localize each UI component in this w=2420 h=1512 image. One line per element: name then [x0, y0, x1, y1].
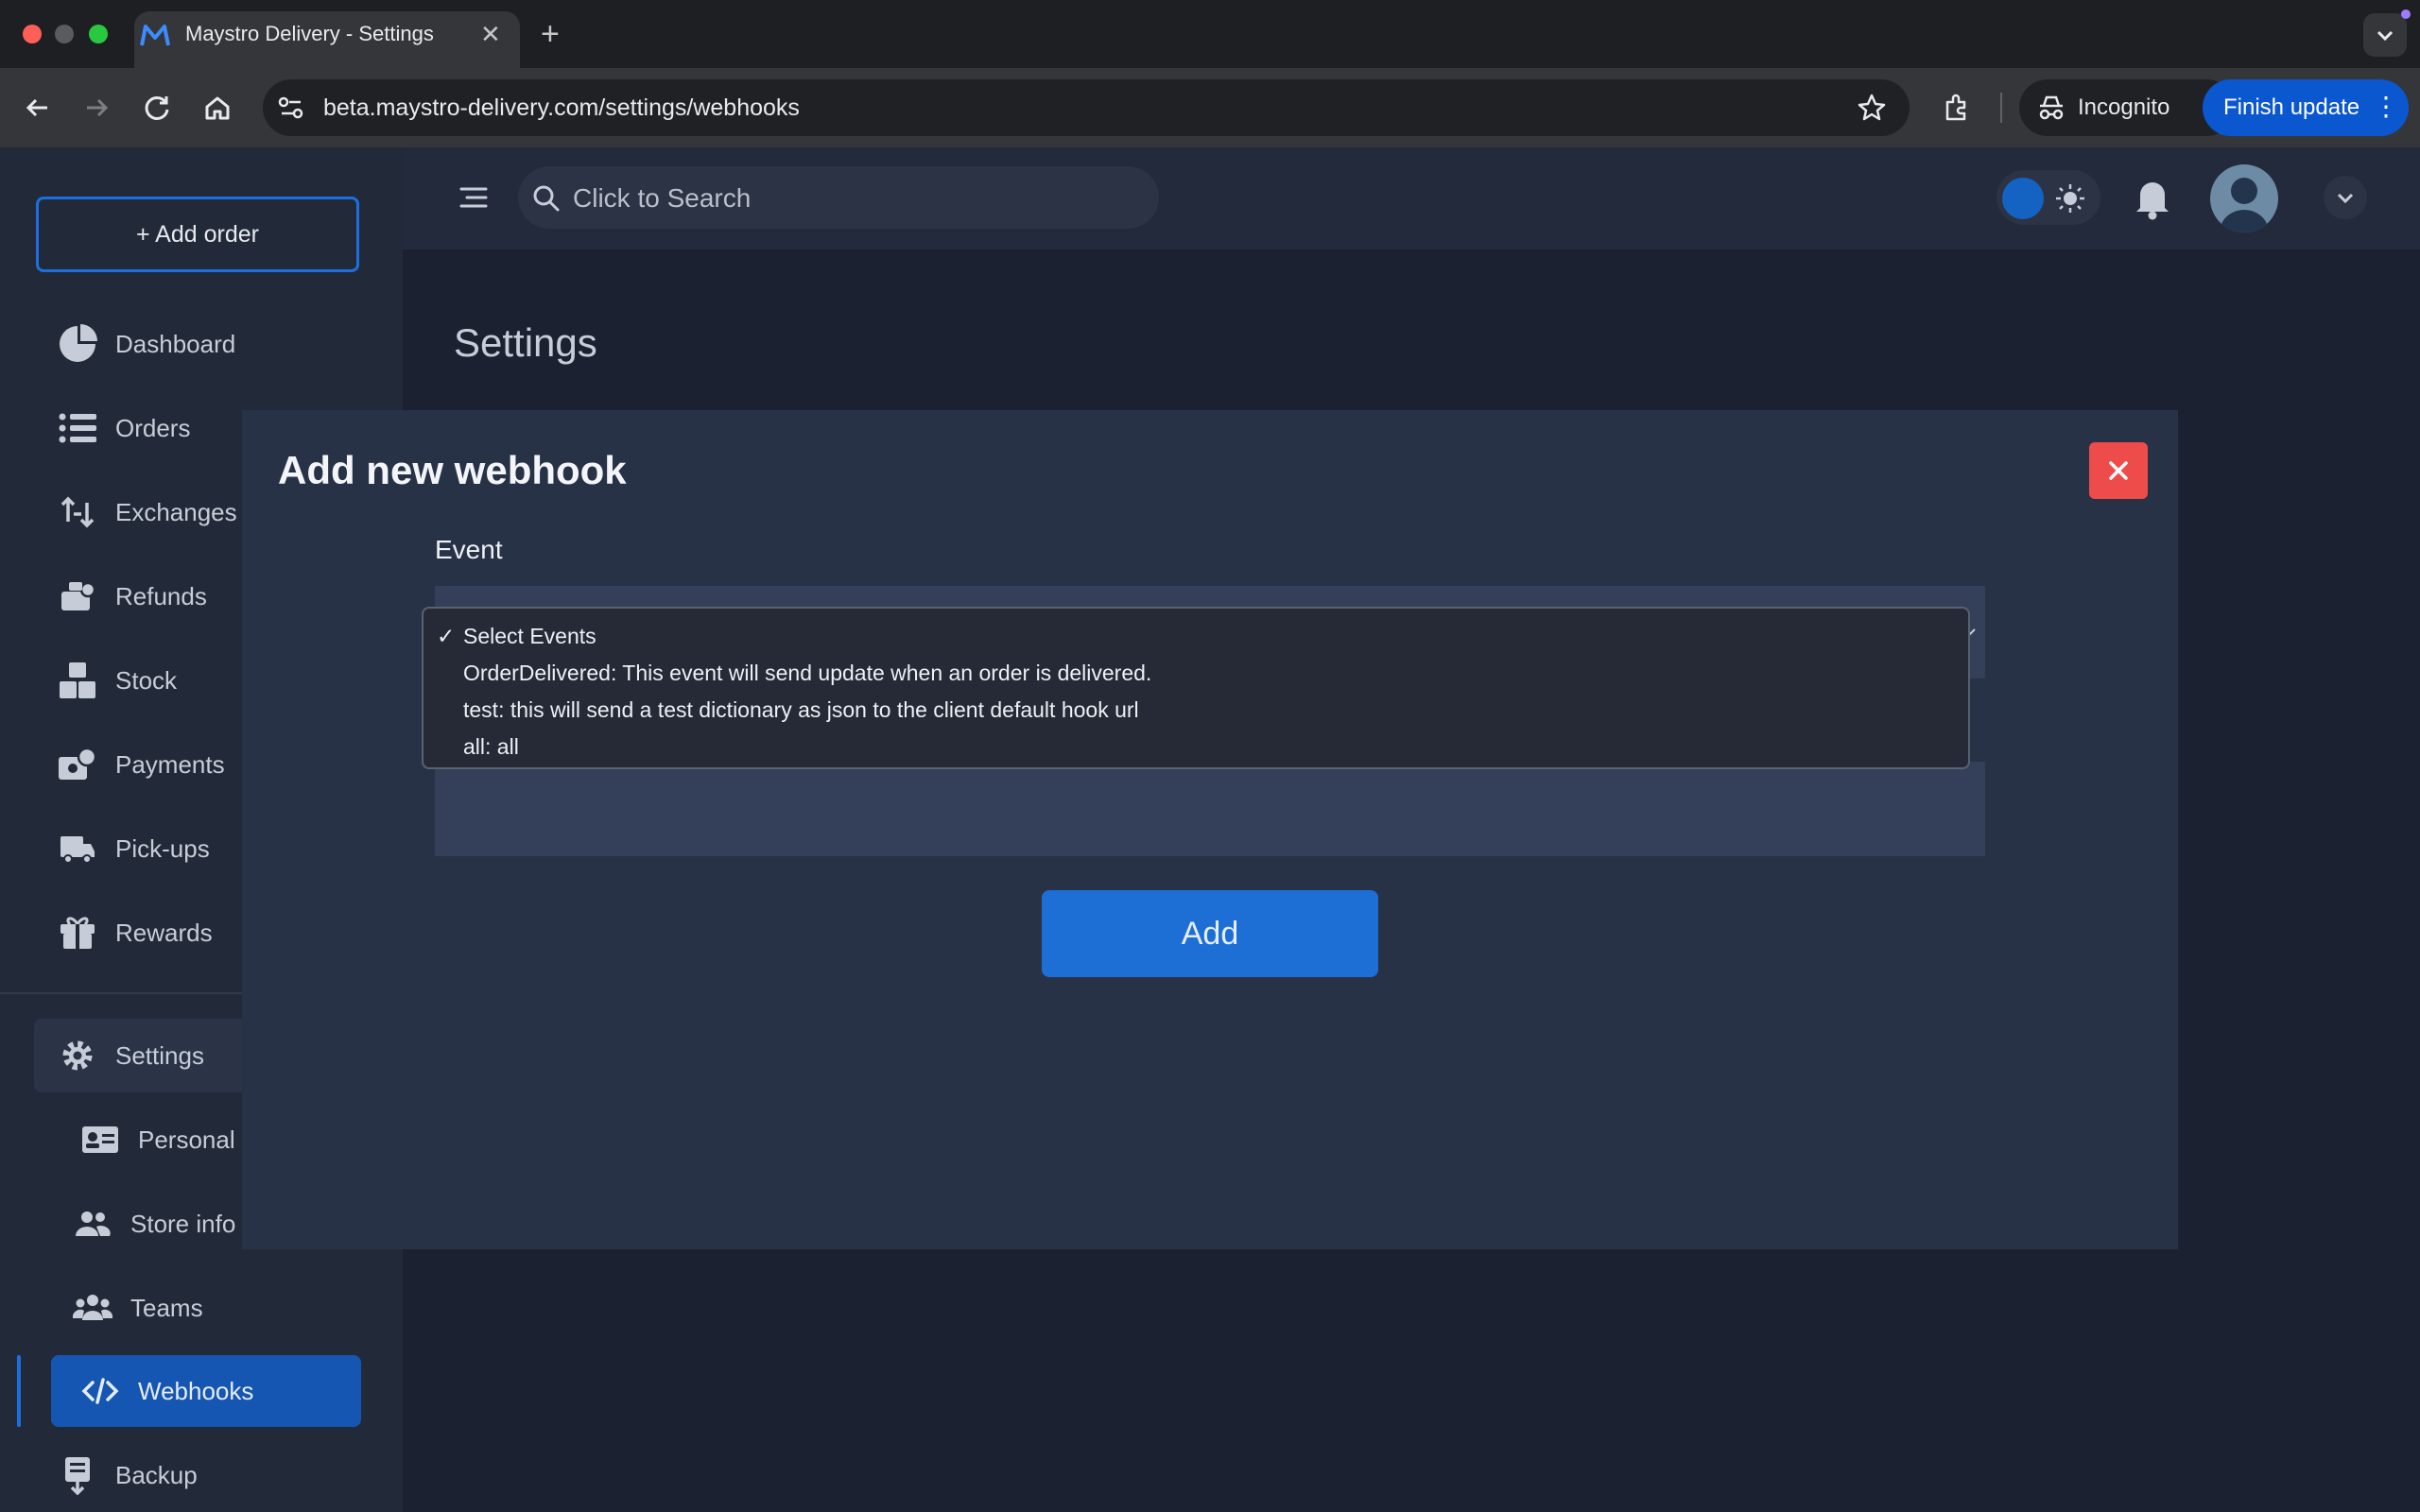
maystro-favicon-icon: [140, 25, 170, 46]
sidebar-item-label: Payments: [115, 749, 225, 779]
avatar[interactable]: [2210, 164, 2278, 232]
sidebar-item-exchanges[interactable]: Exchanges: [57, 490, 237, 535]
tab-title: Maystro Delivery - Settings: [185, 22, 434, 45]
user-menu-button[interactable]: [2324, 176, 2367, 219]
sidebar-item-label: Backup: [115, 1460, 198, 1489]
chevron-down-icon: [2337, 193, 2354, 204]
sidebar-item-settings[interactable]: Settings: [57, 1033, 204, 1078]
sidebar-item-store-info[interactable]: Store info: [72, 1201, 235, 1246]
sidebar-item-backup[interactable]: Backup: [57, 1452, 198, 1498]
sidebar-item-teams[interactable]: Teams: [72, 1285, 203, 1331]
sidebar-item-label: Dashboard: [115, 329, 236, 358]
window-minimize-button[interactable]: [55, 25, 74, 43]
forward-arrow-icon[interactable]: [78, 89, 115, 127]
modal-close-button[interactable]: [2089, 442, 2148, 499]
sidebar-item-payments[interactable]: Payments: [57, 742, 225, 787]
sidebar-item-label: Stock: [115, 665, 178, 695]
site-info-icon[interactable]: [274, 91, 308, 125]
add-order-button[interactable]: + Add order: [36, 197, 359, 272]
incognito-icon: [2039, 95, 2064, 120]
bell-icon[interactable]: [2131, 174, 2174, 221]
back-arrow-icon[interactable]: [19, 89, 57, 127]
gear-icon: [57, 1035, 98, 1076]
sidebar-item-label: Store info: [130, 1209, 236, 1238]
dropdown-option-select-events[interactable]: ✓ Select Events: [424, 618, 1968, 655]
toggle-knob: [2002, 178, 2044, 219]
sidebar-item-personal[interactable]: Personal: [79, 1117, 235, 1162]
sidebar-item-label: Pick-ups: [115, 833, 210, 863]
users-icon: [72, 1203, 113, 1245]
dropdown-option-all[interactable]: all: all: [424, 729, 1968, 765]
extensions-icon[interactable]: [1938, 89, 1976, 127]
dropdown-option-order-delivered[interactable]: OrderDelivered: This event will send upd…: [424, 655, 1968, 692]
modal-title: Add new webhook: [278, 448, 627, 492]
active-indicator: [17, 1355, 21, 1427]
chevron-down-icon: [2377, 30, 2394, 42]
sun-icon: [2056, 184, 2084, 213]
dropdown-option-label: test: this will send a test dictionary a…: [463, 697, 1139, 722]
search-placeholder[interactable]: Click to Search: [573, 183, 751, 214]
url-text[interactable]: beta.maystro-delivery.com/settings/webho…: [323, 93, 800, 123]
code-icon: [79, 1370, 121, 1412]
reload-icon[interactable]: [138, 89, 176, 127]
cash-icon: [57, 744, 98, 785]
sidebar-item-label: Settings: [115, 1040, 204, 1070]
sidebar-item-label: Personal: [138, 1125, 235, 1154]
checkmark-icon: ✓: [437, 624, 456, 648]
close-icon: [2109, 461, 2128, 480]
truck-icon: [57, 828, 98, 869]
toolbar-divider: [2000, 93, 2002, 123]
list-icon: [57, 407, 98, 449]
page-title: Settings: [454, 320, 597, 365]
boxes-icon: [57, 660, 98, 701]
team-icon: [72, 1287, 113, 1329]
chrome-menu-icon[interactable]: ⋮: [2373, 91, 2399, 123]
search-icon: [533, 185, 560, 212]
notification-dot: [2401, 9, 2411, 19]
new-tab-button[interactable]: +: [541, 15, 560, 53]
gift-icon: [57, 912, 98, 954]
sidebar-item-refunds[interactable]: Refunds: [57, 574, 207, 619]
event-dropdown-list: ✓ Select Events OrderDelivered: This eve…: [422, 607, 1970, 769]
sidebar-item-label: Teams: [130, 1293, 203, 1322]
id-card-icon: [79, 1119, 121, 1160]
sidebar-item-pickups[interactable]: Pick-ups: [57, 826, 210, 871]
tab-search-button[interactable]: [2363, 13, 2407, 57]
dropdown-option-label: all: all: [463, 734, 519, 759]
sidebar-item-label: Rewards: [115, 918, 213, 947]
sidebar-item-label: Orders: [115, 413, 191, 442]
refund-icon: [57, 576, 98, 617]
incognito-label: Incognito: [2078, 94, 2170, 120]
window-maximize-button[interactable]: [89, 25, 108, 43]
sidebar-toggle-icon[interactable]: [456, 180, 492, 215]
sidebar-item-label: Refunds: [115, 581, 207, 610]
sidebar-item-webhooks[interactable]: Webhooks: [79, 1368, 253, 1414]
add-webhook-button[interactable]: Add: [1042, 890, 1378, 977]
sidebar-item-dashboard[interactable]: Dashboard: [57, 321, 235, 367]
sidebar-item-stock[interactable]: Stock: [57, 658, 177, 703]
sidebar-item-rewards[interactable]: Rewards: [57, 910, 213, 955]
dropdown-option-label: OrderDelivered: This event will send upd…: [463, 661, 1152, 685]
dropdown-option-test[interactable]: test: this will send a test dictionary a…: [424, 692, 1968, 729]
webhook-url-field[interactable]: [435, 762, 1985, 856]
sidebar-item-orders[interactable]: Orders: [57, 405, 190, 451]
home-icon[interactable]: [199, 89, 236, 127]
sidebar-item-label: Exchanges: [115, 497, 237, 526]
user-avatar-icon: [2220, 178, 2269, 232]
event-field-label: Event: [435, 535, 503, 564]
window-close-button[interactable]: [23, 25, 42, 43]
exchange-icon: [57, 491, 98, 533]
bookmark-star-icon[interactable]: [1853, 89, 1891, 127]
backup-icon: [57, 1454, 98, 1496]
tab-close-icon[interactable]: ✕: [480, 19, 501, 49]
sidebar-item-label: Webhooks: [138, 1376, 254, 1405]
pie-chart-icon: [57, 323, 98, 365]
dropdown-option-label: Select Events: [463, 624, 596, 648]
